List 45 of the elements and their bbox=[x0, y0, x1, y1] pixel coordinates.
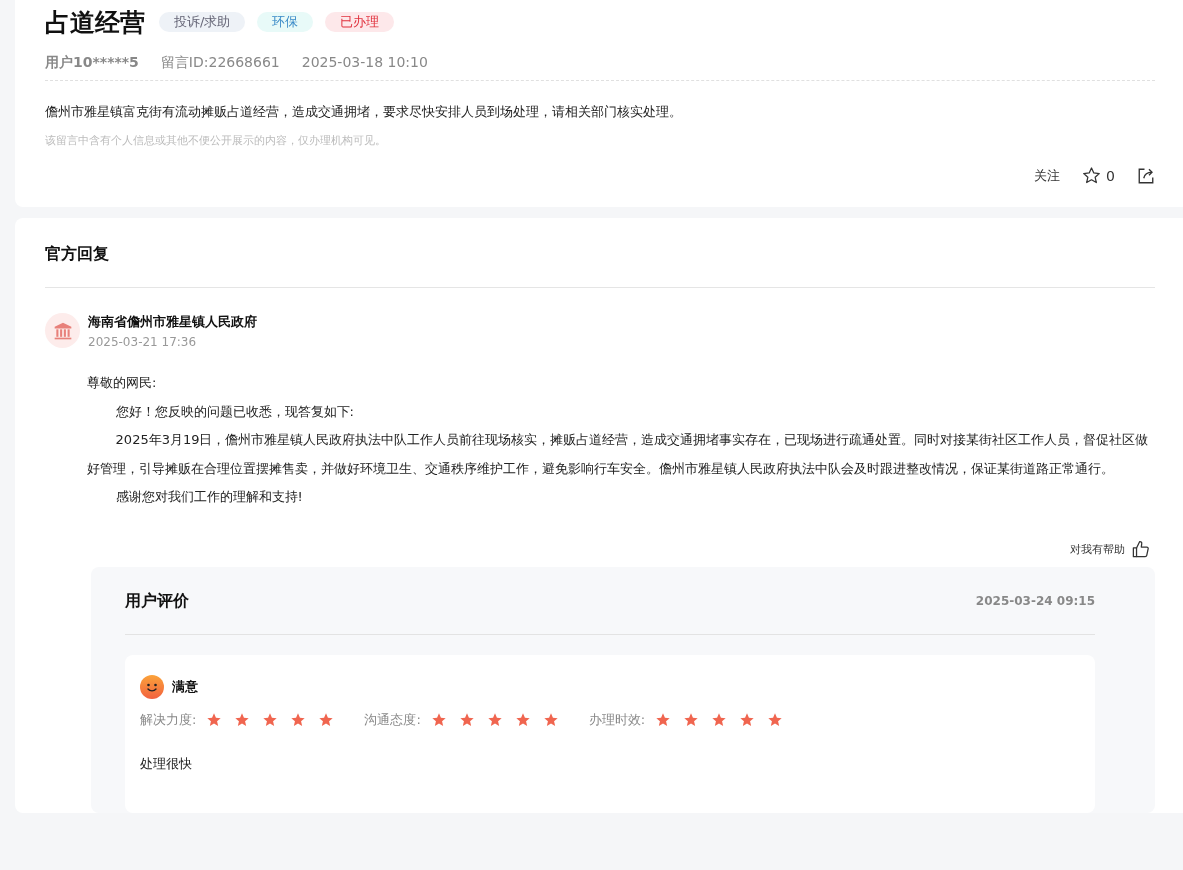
star-icon bbox=[318, 711, 335, 728]
evaluation-heading: 用户评价 bbox=[125, 590, 189, 612]
message-time: 2025-03-18 10:10 bbox=[301, 54, 428, 72]
reply-paragraph: 尊敬的网民: bbox=[87, 374, 158, 392]
reply-paragraph: 感谢您对我们工作的理解和支持! bbox=[114, 488, 304, 506]
share-icon[interactable] bbox=[1137, 166, 1155, 185]
message-title: 占道经营 bbox=[45, 6, 145, 39]
government-building-icon bbox=[52, 320, 73, 341]
star-icon bbox=[711, 711, 728, 728]
star-icon bbox=[514, 711, 531, 728]
reply-paragraph: 2025年3月19日，儋州市雅星镇人民政府执法中队工作人员前往现场核实，摊贩占道经营，造成交通拥堵事实存在，已现场进行疏通处置。同时对接某街社区工作人员，督促社区做好管理，引导摊贩在合理位置摆摊售卖，并做好环境卫生、交通秩序维护工作，避免影响行车安全。儋州市雅星镇人民政府执法中队会及时跟进整改情况，保证某街道路正常通行。 bbox=[87, 431, 1150, 478]
favorite-count: 0 bbox=[1106, 167, 1115, 184]
star-icon bbox=[683, 711, 700, 728]
satisfaction-label: 满意 bbox=[172, 677, 198, 696]
tag: 已办理 bbox=[325, 12, 395, 32]
evaluation-comment: 处理很快 bbox=[140, 754, 193, 773]
star-icon bbox=[655, 711, 672, 728]
user-name: 用户10*****5 bbox=[45, 54, 139, 72]
follow-button[interactable]: 关注 bbox=[1034, 166, 1061, 185]
star-icon[interactable] bbox=[1082, 166, 1102, 185]
smiley-icon bbox=[140, 674, 164, 699]
organization-name: 海南省儋州市雅星镇人民政府 bbox=[88, 313, 257, 331]
star-icon bbox=[458, 711, 475, 728]
star-icon bbox=[739, 711, 756, 728]
tag: 环保 bbox=[257, 12, 314, 32]
helpful-button[interactable]: 对我有帮助 bbox=[1070, 541, 1125, 557]
star-icon bbox=[486, 711, 503, 728]
star-icon bbox=[234, 711, 251, 728]
star-icon bbox=[262, 711, 279, 728]
star-icon bbox=[206, 711, 223, 728]
star-icon bbox=[767, 711, 784, 728]
evaluation-time: 2025-03-24 09:15 bbox=[975, 594, 1095, 608]
message-id: 留言ID:22668661 bbox=[160, 54, 280, 72]
section-heading: 官方回复 bbox=[45, 244, 1155, 288]
thumbs-up-icon[interactable] bbox=[1131, 539, 1150, 559]
rating-label: 沟通态度: bbox=[364, 710, 421, 729]
star-icon bbox=[290, 711, 307, 728]
rating-label: 办理时效: bbox=[588, 710, 646, 729]
star-icon bbox=[430, 711, 447, 728]
reply-time: 2025-03-21 17:36 bbox=[88, 335, 198, 349]
tag: 投诉/求助 bbox=[159, 12, 246, 32]
star-icon bbox=[542, 711, 559, 728]
message-content: 儋州市雅星镇富克街有流动摊贩占道经营，造成交通拥堵，要求尽快安排人员到场处理，请相关部门核实处理。 bbox=[45, 103, 683, 121]
reply-paragraph: 您好！您反映的问题已收悉，现答复如下: bbox=[114, 402, 355, 421]
rating-label: 解决力度: bbox=[140, 710, 197, 729]
